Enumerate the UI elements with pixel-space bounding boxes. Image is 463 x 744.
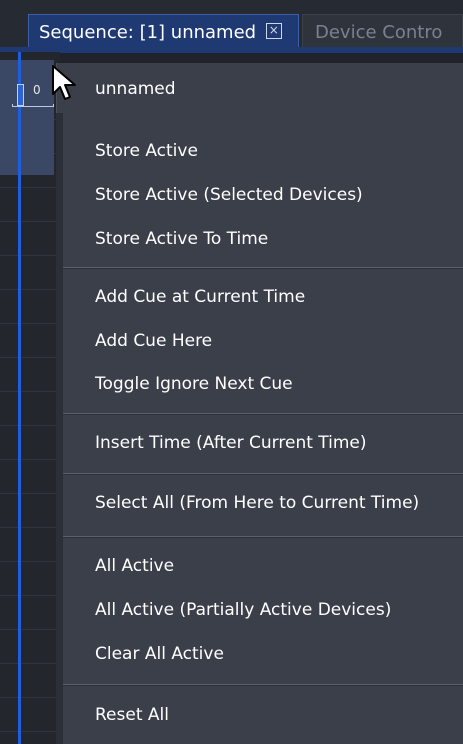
menu-separator-shadow xyxy=(63,268,463,269)
menu-item-insert-time[interactable]: Insert Time (After Current Time) xyxy=(95,433,367,453)
tab-sequence-label: Sequence: [1] unnamed xyxy=(39,22,257,43)
playhead-marker[interactable] xyxy=(17,84,24,106)
tab-strip xyxy=(0,47,463,53)
timeline-selection-band xyxy=(0,60,54,175)
menu-item-all-active-partial[interactable]: All Active (Partially Active Devices) xyxy=(95,600,391,620)
menu-gutter xyxy=(56,113,63,744)
menu-item-add-cue-here[interactable]: Add Cue Here xyxy=(95,331,212,351)
menu-item-select-all[interactable]: Select All (From Here to Current Time) xyxy=(95,493,419,513)
ruler-zero-label: 0 xyxy=(33,83,41,97)
tab-bar: Sequence: [1] unnamed × Device Contro xyxy=(0,0,463,53)
menu-separator-shadow xyxy=(63,537,463,538)
menu-item-clear-all-active[interactable]: Clear All Active xyxy=(95,644,224,664)
menu-item-reset-all[interactable]: Reset All xyxy=(95,705,169,725)
menu-item-add-cue-current-time[interactable]: Add Cue at Current Time xyxy=(95,287,305,307)
menu-separator-shadow xyxy=(63,685,463,686)
menu-separator-shadow xyxy=(63,474,463,475)
mouse-pointer-icon xyxy=(52,65,76,100)
menu-header-unnamed[interactable]: unnamed xyxy=(95,79,176,99)
menu-item-store-active[interactable]: Store Active xyxy=(95,141,198,161)
context-menu xyxy=(56,63,463,744)
menu-item-store-active-to-time[interactable]: Store Active To Time xyxy=(95,229,268,249)
menu-item-toggle-ignore-next-cue[interactable]: Toggle Ignore Next Cue xyxy=(95,374,293,394)
close-icon[interactable]: × xyxy=(265,23,282,39)
menu-separator-shadow xyxy=(63,414,463,415)
menu-item-all-active[interactable]: All Active xyxy=(95,556,174,576)
tab-device-control-label: Device Contro xyxy=(315,22,443,43)
playhead-line xyxy=(18,52,21,744)
menu-item-store-active-selected[interactable]: Store Active (Selected Devices) xyxy=(95,185,363,205)
